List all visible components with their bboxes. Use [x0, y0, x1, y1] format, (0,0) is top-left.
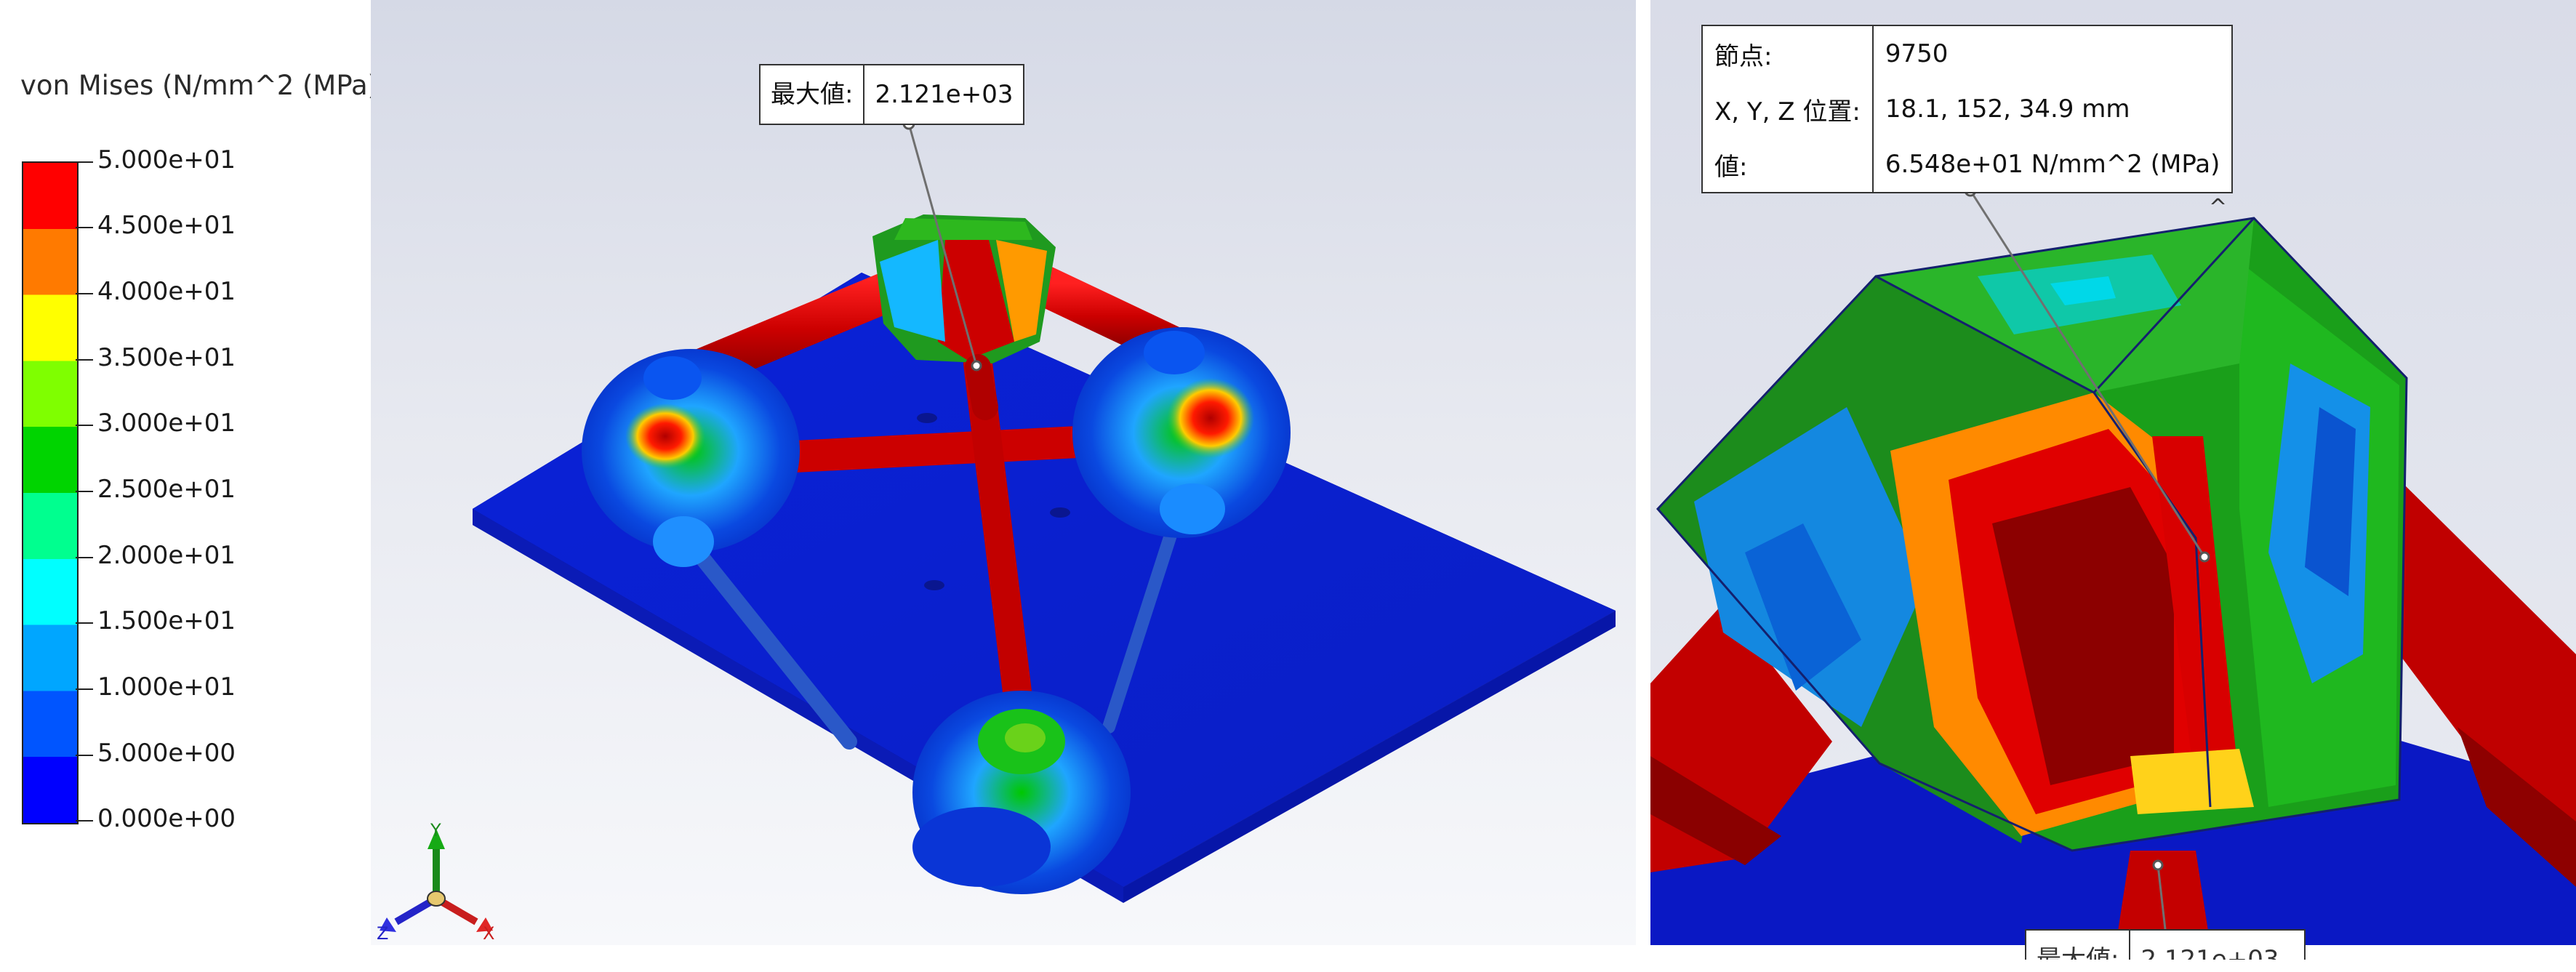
right-hub-node	[1072, 327, 1291, 538]
axis-y-label: Y	[430, 820, 441, 840]
bottom-hub-node	[912, 691, 1131, 894]
probe-stress-label: 値:	[1703, 137, 1874, 192]
collapse-caret-icon[interactable]: ^	[2209, 195, 2227, 220]
top-hub-node	[872, 214, 1056, 364]
probe-node-value: 9750	[1885, 39, 1949, 68]
max-value-callout-cropped[interactable]: 最大値: 2.121e+03	[2025, 929, 2306, 960]
probe-position-value: 18.1, 152, 34.9 mm	[1885, 95, 2130, 124]
probe-node-label: 節点:	[1703, 26, 1874, 81]
axis-z-label: Z	[377, 923, 388, 944]
zoomed-hub-model: ^	[1650, 184, 2576, 945]
max-value-number: 2.121e+03	[2129, 931, 2289, 960]
probe-position-row: X, Y, Z 位置: 18.1, 152, 34.9 mm	[1703, 81, 2231, 137]
max-value-label: 最大値:	[2037, 945, 2119, 960]
probe-result-table[interactable]: 節点: 9750 X, Y, Z 位置: 18.1, 152, 34.9 mm …	[1701, 25, 2234, 193]
max-value-callout[interactable]: 最大値: 2.121e+03	[759, 64, 1025, 125]
probe-node-row: 節点: 9750	[1703, 26, 2231, 81]
probe-stress-value: 6.548e+01 N/mm^2 (MPa)	[1885, 150, 2220, 179]
axis-x-label: X	[483, 923, 494, 944]
max-value-number: 2.121e+03	[863, 65, 1023, 124]
probe-position-label: X, Y, Z 位置:	[1703, 81, 1874, 137]
axis-triad: Y Z X	[377, 820, 494, 944]
assembly-model: Y Z X	[377, 117, 1616, 944]
probe-stress-row: 値: 6.548e+01 N/mm^2 (MPa)	[1703, 137, 2231, 192]
max-value-label: 最大値:	[771, 80, 854, 109]
